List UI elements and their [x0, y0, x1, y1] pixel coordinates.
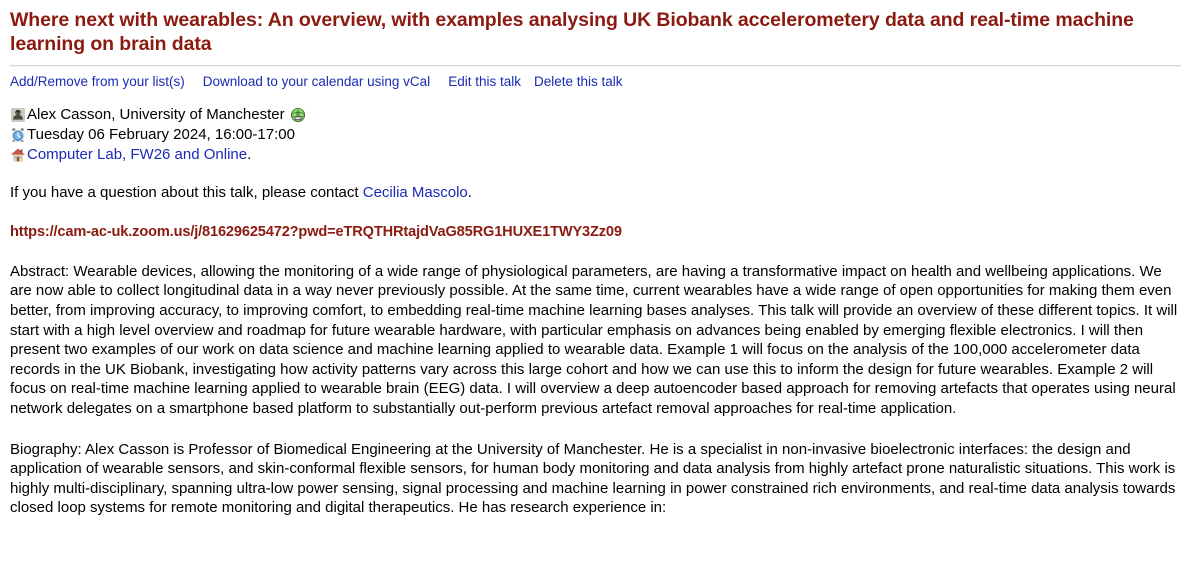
speaker-name: Alex Casson, University of Manchester — [27, 105, 285, 123]
download-vcal-link[interactable]: Download to your calendar using vCal — [203, 74, 430, 89]
edit-talk-link[interactable]: Edit this talk — [448, 74, 521, 89]
contact-suffix: . — [467, 183, 472, 201]
zoom-link[interactable]: https://cam-ac-uk.zoom.us/j/81629625472?… — [10, 224, 622, 240]
title-divider — [10, 64, 1181, 67]
venue-row: Computer Lab, FW26 and Online. — [10, 145, 1186, 165]
house-icon — [10, 147, 26, 163]
speaker-silhouette-icon — [10, 107, 26, 123]
alarm-clock-icon — [10, 127, 26, 143]
abstract-paragraph: Abstract: Wearable devices, allowing the… — [10, 262, 1178, 417]
contact-line: If you have a question about this talk, … — [10, 183, 1186, 202]
talk-page: Where next with wearables: An overview, … — [0, 0, 1200, 518]
add-remove-list-link[interactable]: Add/Remove from your list(s) — [10, 74, 185, 89]
green-globe-icon[interactable] — [290, 107, 306, 123]
contact-person-link[interactable]: Cecilia Mascolo — [363, 184, 468, 201]
talk-datetime: Tuesday 06 February 2024, 16:00-17:00 — [27, 125, 295, 143]
action-links-bar: Add/Remove from your list(s) Download to … — [10, 73, 1186, 91]
venue-link[interactable]: Computer Lab, FW26 and Online — [27, 146, 247, 163]
contact-prefix: If you have a question about this talk, … — [10, 183, 363, 201]
delete-talk-link[interactable]: Delete this talk — [534, 74, 623, 89]
biography-paragraph: Biography: Alex Casson is Professor of B… — [10, 440, 1176, 517]
datetime-row: Tuesday 06 February 2024, 16:00-17:00 — [10, 125, 1186, 145]
page-title: Where next with wearables: An overview, … — [10, 9, 1134, 55]
speaker-row: Alex Casson, University of Manchester — [10, 105, 1186, 125]
venue-suffix: . — [247, 145, 252, 163]
zoom-meeting-url[interactable]: https://cam-ac-uk.zoom.us/j/81629625472?… — [10, 224, 1186, 240]
venue-link-wrap: Computer Lab, FW26 and Online. — [27, 145, 251, 165]
